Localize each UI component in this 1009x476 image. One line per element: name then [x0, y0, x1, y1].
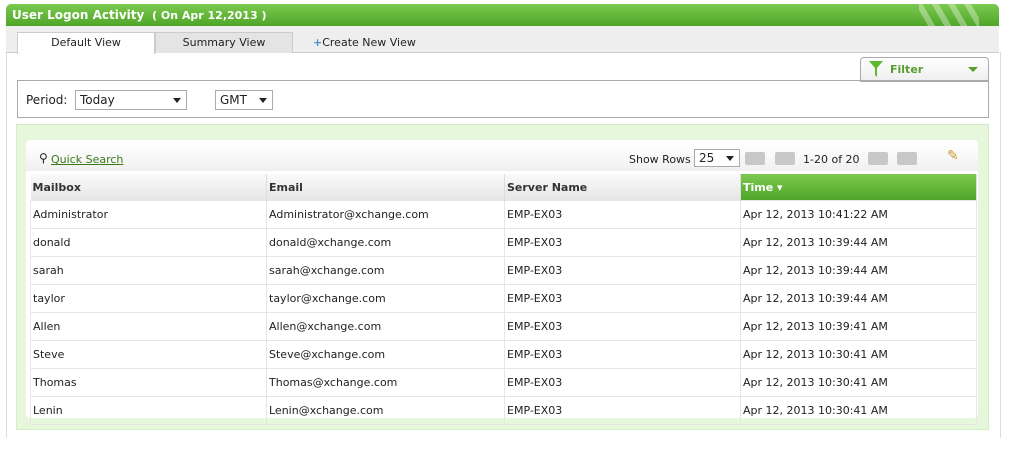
table-cell: EMP-EX03	[504, 340, 741, 369]
edit-columns-icon[interactable]: ✎	[947, 148, 959, 164]
table-cell: sarah	[30, 256, 267, 285]
table-cell: EMP-EX03	[504, 200, 741, 229]
period-value: Today	[80, 93, 115, 107]
page-date: ( On Apr 12,2013 )	[152, 9, 267, 22]
prev-page-button[interactable]	[775, 152, 795, 165]
table-cell: Apr 12, 2013 10:30:41 AM	[740, 368, 977, 397]
table-cell: Allen	[30, 312, 267, 341]
show-rows-select[interactable]: 25	[694, 149, 740, 167]
search-icon: ⚲	[39, 151, 48, 165]
table-cell: Thomas@xchange.com	[266, 368, 505, 397]
table-cell: Apr 12, 2013 10:39:41 AM	[740, 312, 977, 341]
first-page-button[interactable]	[745, 152, 765, 165]
table-cell: EMP-EX03	[504, 256, 741, 285]
table-cell: donald@xchange.com	[266, 228, 505, 257]
table-cell: Allen@xchange.com	[266, 312, 505, 341]
table-cell: EMP-EX03	[504, 368, 741, 397]
tab-default-view[interactable]: Default View	[17, 32, 155, 54]
table-cell: Steve@xchange.com	[266, 340, 505, 369]
filter-button[interactable]: Filter	[860, 57, 989, 82]
table-cell: Thomas	[30, 368, 267, 397]
table-cell: Lenin	[30, 396, 267, 425]
column-header[interactable]: Server Name	[504, 174, 741, 201]
quick-search-link[interactable]: Quick Search	[51, 153, 123, 166]
table-cell: EMP-EX03	[504, 228, 741, 257]
tab-summary-view[interactable]: Summary View	[155, 32, 293, 53]
timezone-value: GMT	[220, 93, 247, 107]
table-row[interactable]: Lenin Lenin@xchange.com EMP-EX03 Apr 12, 20…	[30, 396, 977, 425]
column-header[interactable]: Mailbox	[30, 174, 267, 201]
chevron-down-icon	[259, 98, 267, 107]
period-label: Period:	[26, 93, 68, 107]
table-cell: taylor@xchange.com	[266, 284, 505, 313]
table-cell: Apr 12, 2013 10:39:44 AM	[740, 284, 977, 313]
table-cell: sarah@xchange.com	[266, 256, 505, 285]
chevron-down-icon	[968, 67, 978, 77]
period-panel: Period: Today GMT	[17, 80, 989, 118]
funnel-icon	[869, 61, 883, 77]
period-select[interactable]: Today	[75, 90, 187, 110]
header-decoration	[919, 4, 979, 26]
logon-table: Mailbox Email Server Name Time ▾ Administra…	[30, 174, 977, 425]
sort-desc-icon: ▾	[773, 180, 783, 194]
plus-icon: +	[313, 36, 323, 49]
next-page-button[interactable]	[868, 152, 888, 165]
create-new-view-link[interactable]: +Create New View	[313, 36, 416, 49]
table-cell: EMP-EX03	[504, 284, 741, 313]
page-info: 1-20 of 20	[803, 153, 860, 166]
column-header[interactable]: Email	[266, 174, 505, 201]
table-row[interactable]: taylor taylor@xchange.com EMP-EX03 Apr 12, …	[30, 284, 977, 313]
filter-label: Filter	[890, 63, 924, 76]
table-cell: Steve	[30, 340, 267, 369]
chevron-down-icon	[726, 156, 734, 165]
chevron-down-icon	[173, 98, 181, 107]
last-page-button[interactable]	[897, 152, 917, 165]
table-cell: Apr 12, 2013 10:39:44 AM	[740, 228, 977, 257]
timezone-select[interactable]: GMT	[215, 90, 273, 110]
table-cell: taylor	[30, 284, 267, 313]
table-row[interactable]: Allen Allen@xchange.com EMP-EX03 Apr 12, 20…	[30, 312, 977, 341]
table-row[interactable]: donald donald@xchange.com EMP-EX03 Apr 12, …	[30, 228, 977, 257]
table-cell: Apr 12, 2013 10:30:41 AM	[740, 340, 977, 369]
table-cell: Apr 12, 2013 10:41:22 AM	[740, 200, 977, 229]
table-cell: Administrator	[30, 200, 267, 229]
title-bar: User Logon Activity ( On Apr 12,2013 )	[6, 4, 999, 26]
column-header[interactable]: Time ▾	[740, 174, 977, 201]
show-rows-value: 25	[699, 151, 715, 165]
table-row[interactable]: Administrator Administrator@xchange.com EM…	[30, 200, 977, 229]
show-rows-label: Show Rows	[629, 153, 691, 166]
table-row[interactable]: sarah sarah@xchange.com EMP-EX03 Apr 12, 20…	[30, 256, 977, 285]
table-cell: Apr 12, 2013 10:39:44 AM	[740, 256, 977, 285]
table-cell: Administrator@xchange.com	[266, 200, 505, 229]
table-cell: EMP-EX03	[504, 396, 741, 425]
page-title: User Logon Activity	[12, 8, 145, 22]
table-cell: Lenin@xchange.com	[266, 396, 505, 425]
table-cell: donald	[30, 228, 267, 257]
table-row[interactable]: Steve Steve@xchange.com EMP-EX03 Apr 12, 20…	[30, 340, 977, 369]
table-cell: Apr 12, 2013 10:30:41 AM	[740, 396, 977, 425]
table-cell: EMP-EX03	[504, 312, 741, 341]
table-row[interactable]: Thomas Thomas@xchange.com EMP-EX03 Apr 12, …	[30, 368, 977, 397]
